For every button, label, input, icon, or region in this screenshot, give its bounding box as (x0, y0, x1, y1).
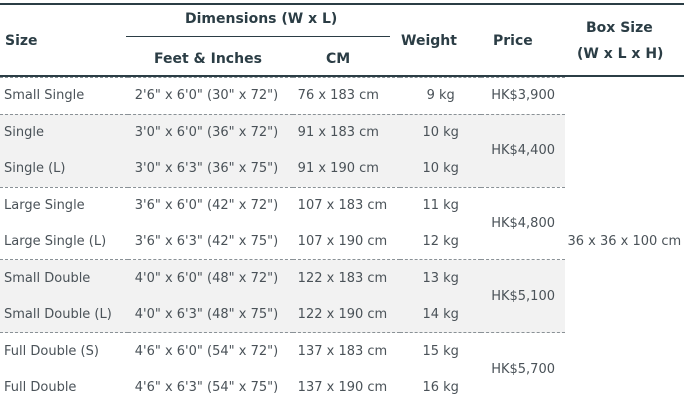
size-cell: Single (0, 114, 128, 150)
cm-cell: 137 x 190 cm (293, 369, 400, 405)
weight-cell: 11 kg (400, 187, 482, 223)
weight-cell: 10 kg (400, 151, 482, 187)
price-cell: HK$5,700 (481, 333, 564, 405)
header-feet-inches: Feet & Inches (154, 51, 262, 67)
feet-inches-cell: 3'6" x 6'3" (42" x 75") (128, 224, 293, 260)
header-weight: Weight (401, 33, 457, 49)
header-dimensions: Dimensions (W x L) (185, 11, 337, 27)
feet-inches-cell: 3'0" x 6'3" (36" x 75") (128, 151, 293, 187)
weight-cell: 12 kg (400, 224, 482, 260)
cm-cell: 91 x 190 cm (293, 151, 400, 187)
header-box-size: Box Size (586, 20, 653, 36)
cm-cell: 91 x 183 cm (293, 114, 400, 150)
cm-cell: 122 x 183 cm (293, 260, 400, 296)
cm-cell: 107 x 183 cm (293, 187, 400, 223)
price-cell: HK$4,400 (481, 114, 564, 187)
cm-cell: 137 x 183 cm (293, 333, 400, 369)
header-cm: CM (326, 51, 350, 67)
weight-cell: 13 kg (400, 260, 482, 296)
feet-inches-cell: 4'0" x 6'0" (48" x 72") (128, 260, 293, 296)
size-cell: Single (L) (0, 151, 128, 187)
table-row: Small Single 2'6" x 6'0" (30" x 72") 76 … (0, 78, 684, 115)
price-cell: HK$4,800 (481, 187, 564, 260)
feet-inches-cell: 3'0" x 6'0" (36" x 72") (128, 114, 293, 150)
price-cell: HK$5,100 (481, 260, 564, 333)
feet-inches-cell: 2'6" x 6'0" (30" x 72") (128, 78, 293, 115)
feet-inches-cell: 4'6" x 6'3" (54" x 75") (128, 369, 293, 405)
weight-cell: 9 kg (400, 78, 482, 115)
table-top-rule (0, 3, 684, 5)
feet-inches-cell: 3'6" x 6'0" (42" x 72") (128, 187, 293, 223)
size-cell: Large Single (L) (0, 224, 128, 260)
header-size: Size (5, 33, 38, 49)
size-cell: Small Double (L) (0, 296, 128, 332)
header-box-size-dims: (W x L x H) (577, 46, 663, 62)
size-cell: Full Double (0, 369, 128, 405)
size-cell: Full Double (S) (0, 333, 128, 369)
cm-cell: 76 x 183 cm (293, 78, 400, 115)
size-cell: Small Double (0, 260, 128, 296)
price-cell: HK$3,900 (481, 78, 564, 115)
header-price: Price (493, 33, 533, 49)
weight-cell: 14 kg (400, 296, 482, 332)
weight-cell: 10 kg (400, 114, 482, 150)
cm-cell: 122 x 190 cm (293, 296, 400, 332)
size-cell: Large Single (0, 187, 128, 223)
cm-cell: 107 x 190 cm (293, 224, 400, 260)
box-size-cell: 36 x 36 x 100 cm (565, 78, 684, 405)
weight-cell: 16 kg (400, 369, 482, 405)
size-cell: Small Single (0, 78, 128, 115)
feet-inches-cell: 4'6" x 6'0" (54" x 72") (128, 333, 293, 369)
mattress-size-table: Small Single 2'6" x 6'0" (30" x 72") 76 … (0, 77, 684, 405)
weight-cell: 15 kg (400, 333, 482, 369)
dimensions-divider (126, 36, 390, 37)
feet-inches-cell: 4'0" x 6'3" (48" x 75") (128, 296, 293, 332)
